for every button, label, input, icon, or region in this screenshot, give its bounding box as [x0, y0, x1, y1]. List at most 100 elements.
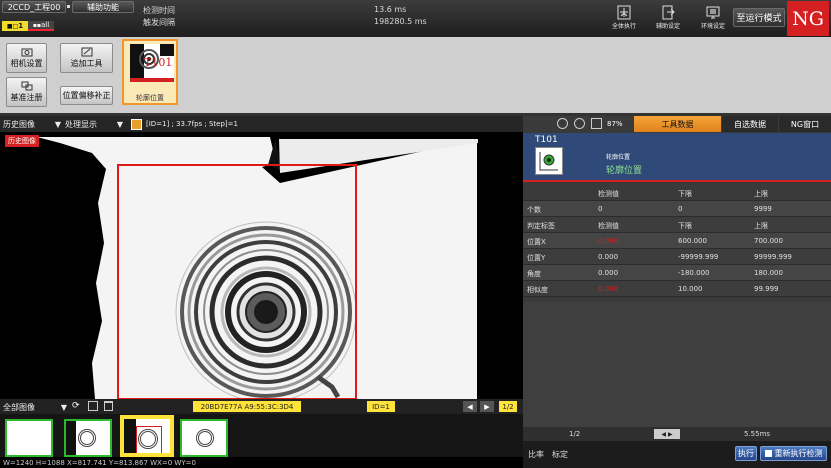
- history-select[interactable]: 历史图像 ▼: [3, 119, 61, 130]
- export-icon: [662, 5, 675, 20]
- tool-card-thumbnail: T101: [130, 44, 174, 82]
- history-image-badge: 历史图像: [5, 135, 39, 147]
- page-indicator: 1/2: [499, 401, 517, 412]
- all-images-label: 全部图像: [3, 403, 35, 412]
- execute-button[interactable]: 执行: [735, 446, 757, 461]
- row-value: 0: [598, 205, 603, 213]
- thumbnail-1[interactable]: [5, 419, 53, 457]
- offset-correction-button[interactable]: 位置偏移补正: [60, 86, 113, 105]
- register-base-button[interactable]: 基准注册: [6, 77, 47, 107]
- zoom-out-icon[interactable]: [574, 118, 585, 129]
- row-low: 10.000: [678, 285, 703, 293]
- tool-category: 轮廓位置: [606, 154, 631, 161]
- thumbnail-4[interactable]: [180, 419, 228, 457]
- thumb-edge: [66, 421, 76, 455]
- aux-settings-label: 辅助设定: [655, 23, 680, 30]
- thumb-ring: [196, 429, 214, 447]
- ratio-button[interactable]: 比率: [528, 449, 544, 460]
- trash-icon[interactable]: [104, 401, 113, 411]
- image-mode-icon[interactable]: [131, 119, 142, 130]
- add-tool-button[interactable]: 追加工具: [60, 43, 113, 73]
- row-high: 上限: [754, 222, 768, 230]
- tab-custom-data[interactable]: 自选数据: [722, 116, 778, 132]
- table-header: 检测值 下限 上限: [523, 185, 831, 201]
- tab-view-1-label: 1: [18, 22, 24, 30]
- tab-view-1[interactable]: ■□ 1: [2, 21, 28, 31]
- row-value: 0.000: [598, 285, 619, 293]
- image-viewer[interactable]: 历史图像: [0, 133, 521, 399]
- tab-tool-data[interactable]: 工具数据: [634, 116, 721, 132]
- all-execute-button[interactable]: 全体执行: [607, 3, 641, 33]
- next-page-button[interactable]: ▶: [480, 401, 494, 412]
- table-row: 位置X 0.000 600.000 700.000: [523, 233, 831, 249]
- chevron-down-icon: ▼: [60, 403, 67, 412]
- redetect-label: 重新执行检测: [774, 449, 823, 458]
- zoom-fit-icon[interactable]: [591, 118, 602, 129]
- tab-view-all[interactable]: ▪▪ all: [28, 21, 54, 31]
- top-bar: 2CCD_工程00 辅助功能 ■□ 1 ▪▪ all 检测时间 触发间隔 13.6 …: [0, 0, 831, 37]
- row-low: -180.000: [678, 269, 710, 277]
- row-label: 个数: [527, 206, 541, 214]
- register-base-label: 基准注册: [10, 93, 43, 102]
- row-low: -99999.999: [678, 253, 719, 261]
- register-icon: [21, 81, 32, 91]
- fit-icon[interactable]: [88, 401, 98, 411]
- tool-card-t101[interactable]: T101 轮廓位置: [122, 39, 178, 105]
- table-page-nav[interactable]: ◀ ▶: [654, 429, 680, 439]
- detect-time-value: 13.6 ms: [374, 5, 407, 14]
- thumbnail-2[interactable]: [64, 419, 112, 457]
- run-mode-button[interactable]: 至运行模式: [733, 8, 785, 27]
- row-value: 0.000: [598, 253, 619, 261]
- table-row: 判定标签 检测值 下限 上限: [523, 217, 831, 233]
- redetect-button[interactable]: 重新执行检测: [760, 446, 827, 461]
- zoom-in-icon[interactable]: [557, 118, 568, 129]
- header-value: 检测值: [598, 190, 619, 198]
- all-execute-label: 全体执行: [611, 23, 636, 30]
- tool-card-id: T101: [144, 56, 173, 69]
- tab-view-all-label: all: [40, 21, 50, 29]
- tool-area: 相机设置 基准注册 追加工具 位置偏移补正 T101 轮廓位置: [0, 37, 831, 113]
- view-all-prefix: ▪▪: [32, 21, 41, 29]
- image-list-bar: 全部图像 ▼ ⟳ 20BD7E77A A9:55:3C:3D4 ID=1 ◀ ▶…: [0, 399, 523, 414]
- inspection-image: [0, 133, 521, 399]
- env-settings-button[interactable]: 环境设定: [696, 3, 730, 33]
- table-time: 5.55ms: [744, 430, 771, 438]
- status-bar: W=1240 H=1088 X=817.741 Y=813.867 WX=0 W…: [0, 457, 523, 468]
- contour-position-icon: [539, 152, 558, 171]
- chevron-down-icon: ▼: [54, 120, 61, 129]
- calibrate-button[interactable]: 标定: [552, 449, 568, 460]
- header-high: 上限: [754, 190, 768, 198]
- cross-icon: [617, 5, 631, 20]
- thumbnail-3-selected[interactable]: [120, 415, 174, 457]
- table-row: 角度 0.000 -180.000 180.000: [523, 265, 831, 281]
- process-display-select[interactable]: 处理显示 ▼: [65, 119, 123, 130]
- ng-badge: NG: [787, 1, 829, 36]
- row-value: 0.000: [598, 237, 619, 245]
- ng-strip: [130, 78, 174, 82]
- thumb-ring: [78, 429, 96, 447]
- all-images-select[interactable]: 全部图像 ▼: [3, 402, 67, 413]
- trigger-interval-value: 198280.5 ms: [374, 17, 427, 26]
- table-row: 相似度 0.000 10.000 99.999: [523, 281, 831, 297]
- aux-settings-button[interactable]: 辅助设定: [651, 3, 685, 33]
- ng-separator: [523, 180, 831, 182]
- refresh-icon[interactable]: ⟳: [72, 401, 82, 411]
- row-label: 相似度: [527, 286, 548, 294]
- project-tab[interactable]: 2CCD_工程00: [2, 1, 66, 13]
- tab-ng-window[interactable]: NG窗口: [779, 116, 831, 132]
- play-icon: [764, 450, 772, 457]
- camera-settings-button[interactable]: 相机设置: [6, 43, 47, 73]
- prev-page-button[interactable]: ◀: [463, 401, 477, 412]
- tool-card-label: 轮廓位置: [136, 94, 164, 102]
- image-filename: 20BD7E77A A9:55:3C:3D4: [193, 401, 301, 412]
- row-label: 角度: [527, 270, 541, 278]
- row-low: 下限: [678, 222, 692, 230]
- table-row: 个数 0 0 9999: [523, 201, 831, 217]
- tool-info-id: T101: [535, 135, 558, 145]
- row-value: 0.000: [598, 269, 619, 277]
- table-pager: 1/2 ◀ ▶ 5.55ms: [523, 427, 831, 441]
- thumbnail-strip: [0, 414, 523, 457]
- view-1-prefix: ■□: [6, 22, 19, 30]
- aux-function-tab[interactable]: 辅助功能: [72, 1, 134, 13]
- zoom-level: 87%: [607, 120, 623, 128]
